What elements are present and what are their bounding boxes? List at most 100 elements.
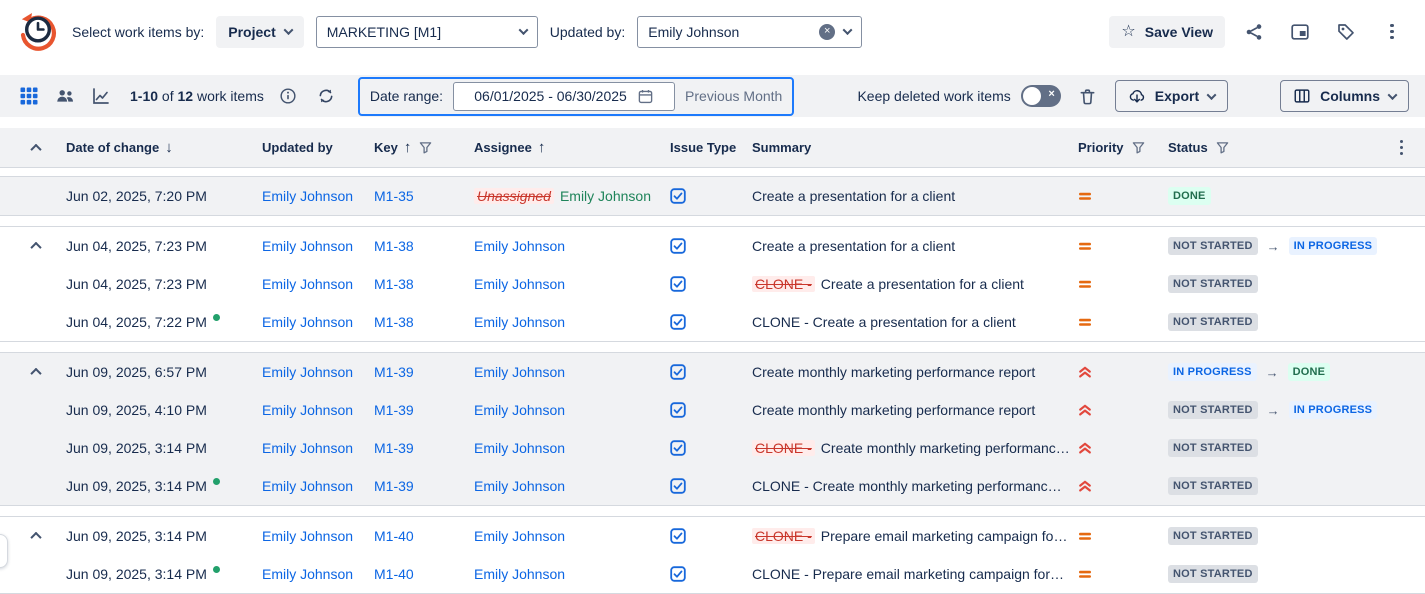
column-header-updated-by[interactable]: Updated by xyxy=(262,140,333,155)
updated-by-link[interactable]: Emily Johnson xyxy=(262,238,353,254)
status-to-badge: NOT STARTED xyxy=(1168,439,1258,457)
keep-deleted-toggle[interactable]: × xyxy=(1021,85,1061,107)
assignee-link[interactable]: Emily Johnson xyxy=(474,276,565,292)
removed-summary-text: CLONE - xyxy=(752,440,815,456)
change-date: Jun 09, 2025, 3:14 PM xyxy=(66,440,207,456)
work-item-key-link[interactable]: M1-39 xyxy=(374,402,414,418)
view-toolbar: 1-10 of 12 work items Date range: 06/01/… xyxy=(0,75,1425,117)
collapse-all-icon[interactable] xyxy=(30,144,41,152)
date-range-filter: Date range: 06/01/2025 - 06/30/2025 Prev… xyxy=(358,77,794,116)
change-date: Jun 04, 2025, 7:22 PM xyxy=(66,314,207,330)
work-item-key-link[interactable]: M1-40 xyxy=(374,528,414,544)
floating-edge-tab[interactable] xyxy=(0,534,8,568)
collapse-group-icon[interactable] xyxy=(30,242,41,250)
columns-icon xyxy=(1293,87,1311,105)
calendar-icon[interactable] xyxy=(637,88,654,105)
assignee-link[interactable]: Emily Johnson xyxy=(474,528,565,544)
app-logo-icon xyxy=(16,10,60,54)
assignee-link[interactable]: Emily Johnson xyxy=(474,440,565,456)
assignee-link[interactable]: Emily Johnson xyxy=(474,314,565,330)
summary-text: Create a presentation for a client xyxy=(752,238,955,254)
sort-desc-icon[interactable]: ↓ xyxy=(165,140,173,155)
table-body: Jun 02, 2025, 7:20 PM Emily Johnson M1-3… xyxy=(0,176,1425,594)
work-item-key-link[interactable]: M1-38 xyxy=(374,314,414,330)
export-button[interactable]: Export xyxy=(1115,80,1228,112)
share-button[interactable] xyxy=(1237,16,1271,48)
chevron-down-icon xyxy=(283,25,293,35)
project-select[interactable]: MARKETING [M1] xyxy=(316,16,538,48)
scope-dropdown[interactable]: Project xyxy=(216,16,303,48)
table-options-icon[interactable] xyxy=(1400,140,1403,155)
status-to-badge: IN PROGRESS xyxy=(1289,401,1378,419)
change-date: Jun 09, 2025, 3:14 PM xyxy=(66,528,207,544)
updated-by-link[interactable]: Emily Johnson xyxy=(262,528,353,544)
table-row: Jun 04, 2025, 7:23 PM Emily Johnson M1-3… xyxy=(0,265,1425,303)
assignee-link[interactable]: Emily Johnson xyxy=(474,478,565,494)
window-button[interactable] xyxy=(1283,16,1317,48)
more-button[interactable] xyxy=(1375,16,1409,48)
column-header-key[interactable]: Key xyxy=(374,140,398,155)
date-range-value: 06/01/2025 - 06/30/2025 xyxy=(474,88,627,104)
column-header-summary[interactable]: Summary xyxy=(752,140,811,155)
task-icon xyxy=(670,566,686,582)
task-icon xyxy=(670,440,686,456)
task-icon xyxy=(670,528,686,544)
column-header-date-of-change[interactable]: Date of change xyxy=(66,140,159,155)
updated-by-link[interactable]: Emily Johnson xyxy=(262,440,353,456)
updated-by-link[interactable]: Emily Johnson xyxy=(262,314,353,330)
updated-by-link[interactable]: Emily Johnson xyxy=(262,478,353,494)
date-preset-label[interactable]: Previous Month xyxy=(685,88,782,104)
sort-asc-icon[interactable]: ↑ xyxy=(404,140,412,155)
work-item-key-link[interactable]: M1-39 xyxy=(374,478,414,494)
filter-icon[interactable] xyxy=(1132,141,1145,154)
date-range-input[interactable]: 06/01/2025 - 06/30/2025 xyxy=(453,82,675,111)
sort-asc-icon[interactable]: ↑ xyxy=(538,140,546,155)
refresh-button[interactable] xyxy=(312,80,340,112)
collapse-group-icon[interactable] xyxy=(30,532,41,540)
priority-medium-icon xyxy=(1078,315,1092,329)
toggle-knob xyxy=(1023,87,1041,105)
assignee-link[interactable]: Emily Johnson xyxy=(474,402,565,418)
updated-by-select[interactable]: Emily Johnson × xyxy=(637,16,862,48)
filter-icon[interactable] xyxy=(419,141,432,154)
assignee-link[interactable]: Emily Johnson xyxy=(474,566,565,582)
assignee-link[interactable]: Emily Johnson xyxy=(474,364,565,380)
table-view-button[interactable] xyxy=(16,83,42,109)
row-group: Jun 09, 2025, 3:14 PM Emily Johnson M1-4… xyxy=(0,516,1425,594)
column-header-issue-type[interactable]: Issue Type xyxy=(670,140,736,155)
work-item-key-link[interactable]: M1-38 xyxy=(374,238,414,254)
people-view-button[interactable] xyxy=(52,83,78,109)
updated-by-link[interactable]: Emily Johnson xyxy=(262,364,353,380)
info-button[interactable] xyxy=(274,80,302,112)
columns-button[interactable]: Columns xyxy=(1280,80,1409,112)
save-view-button[interactable]: ☆ Save View xyxy=(1109,16,1225,48)
summary-text: Create monthly marketing performance rep… xyxy=(752,402,1035,418)
collapse-group-icon[interactable] xyxy=(30,368,41,376)
export-icon xyxy=(1128,87,1146,105)
updated-by-link[interactable]: Emily Johnson xyxy=(262,276,353,292)
updated-by-link[interactable]: Emily Johnson xyxy=(262,188,353,204)
status-arrow-icon: → xyxy=(1266,365,1279,380)
status-to-badge: NOT STARTED xyxy=(1168,313,1258,331)
work-item-key-link[interactable]: M1-39 xyxy=(374,364,414,380)
trash-icon xyxy=(1078,87,1097,106)
task-icon xyxy=(670,276,686,292)
updated-by-link[interactable]: Emily Johnson xyxy=(262,402,353,418)
clear-filter-icon[interactable]: × xyxy=(819,24,835,40)
work-item-key-link[interactable]: M1-35 xyxy=(374,188,414,204)
filter-icon[interactable] xyxy=(1216,141,1229,154)
work-item-key-link[interactable]: M1-40 xyxy=(374,566,414,582)
export-label: Export xyxy=(1155,88,1199,104)
work-item-key-link[interactable]: M1-38 xyxy=(374,276,414,292)
column-header-priority[interactable]: Priority xyxy=(1078,140,1124,155)
chart-view-button[interactable] xyxy=(88,83,114,109)
updated-by-link[interactable]: Emily Johnson xyxy=(262,566,353,582)
change-date: Jun 04, 2025, 7:23 PM xyxy=(66,238,207,254)
column-header-assignee[interactable]: Assignee xyxy=(474,140,532,155)
column-header-status[interactable]: Status xyxy=(1168,140,1208,155)
work-item-key-link[interactable]: M1-39 xyxy=(374,440,414,456)
assignee-link[interactable]: Emily Johnson xyxy=(474,238,565,254)
task-icon xyxy=(670,238,686,254)
delete-button[interactable] xyxy=(1071,80,1105,112)
tag-button[interactable] xyxy=(1329,16,1363,48)
